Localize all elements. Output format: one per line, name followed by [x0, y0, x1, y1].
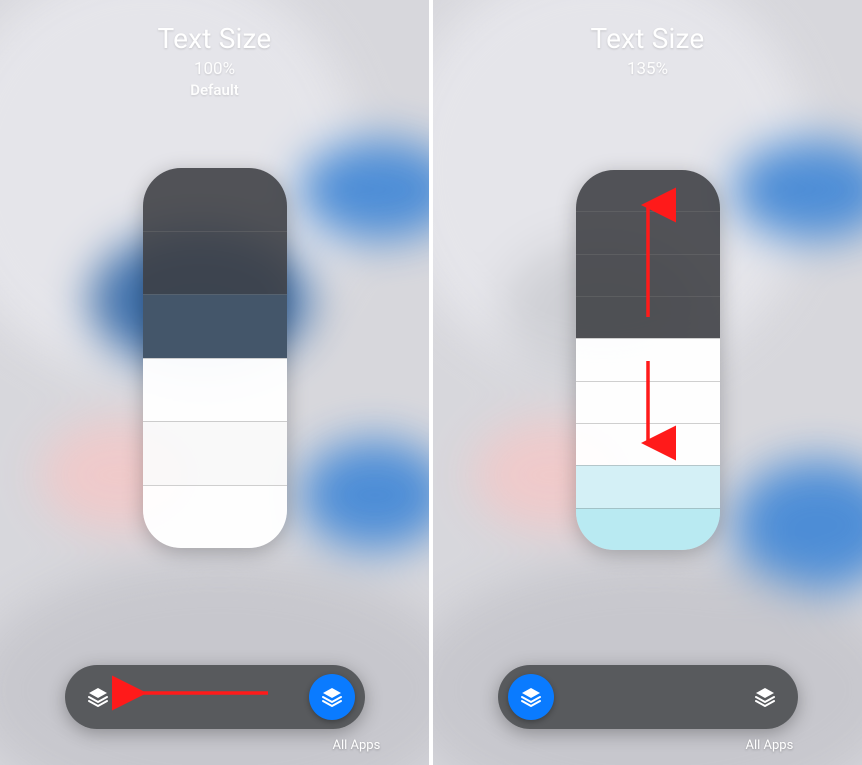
comparison-stage: Text Size 100% Default [0, 0, 862, 765]
slider-segment [143, 358, 287, 422]
layers-icon [320, 685, 344, 709]
scope-label: All Apps [746, 738, 794, 753]
text-size-slider[interactable] [576, 170, 720, 550]
scope-toggle [65, 665, 365, 729]
panel-text-size-default: Text Size 100% Default [0, 0, 429, 765]
slider-segment [143, 421, 287, 485]
title: Text Size [433, 22, 862, 55]
slider-segment [576, 296, 720, 338]
panel-text-size-adjusted: Text Size 135% [433, 0, 862, 765]
slider-segment [576, 254, 720, 296]
layers-icon [86, 685, 110, 709]
slider-segment [576, 338, 720, 380]
slider-segment [143, 485, 287, 549]
percent-value: 100% [0, 59, 429, 79]
scope-label: All Apps [333, 738, 381, 753]
slider-segment [576, 508, 720, 550]
layers-icon [753, 685, 777, 709]
slider-track [576, 170, 720, 550]
slider-segment [143, 294, 287, 358]
scope-all-apps-button[interactable] [309, 674, 355, 720]
scope-all-apps-button[interactable] [742, 674, 788, 720]
scope-this-app-button[interactable] [508, 674, 554, 720]
title: Text Size [0, 22, 429, 55]
subtitle-default: Default [0, 81, 429, 99]
slider-segment [576, 170, 720, 211]
header: Text Size 135% [433, 22, 862, 79]
slider-segment [576, 423, 720, 465]
text-size-slider[interactable] [143, 168, 287, 548]
scope-this-app-button[interactable] [75, 674, 121, 720]
percent-value: 135% [433, 59, 862, 79]
header: Text Size 100% Default [0, 22, 429, 99]
layers-icon [519, 685, 543, 709]
slider-segment [576, 465, 720, 507]
scope-toggle [498, 665, 798, 729]
slider-segment [143, 231, 287, 295]
slider-segment [143, 168, 287, 231]
slider-segment [576, 381, 720, 423]
slider-track [143, 168, 287, 548]
slider-segment [576, 211, 720, 253]
